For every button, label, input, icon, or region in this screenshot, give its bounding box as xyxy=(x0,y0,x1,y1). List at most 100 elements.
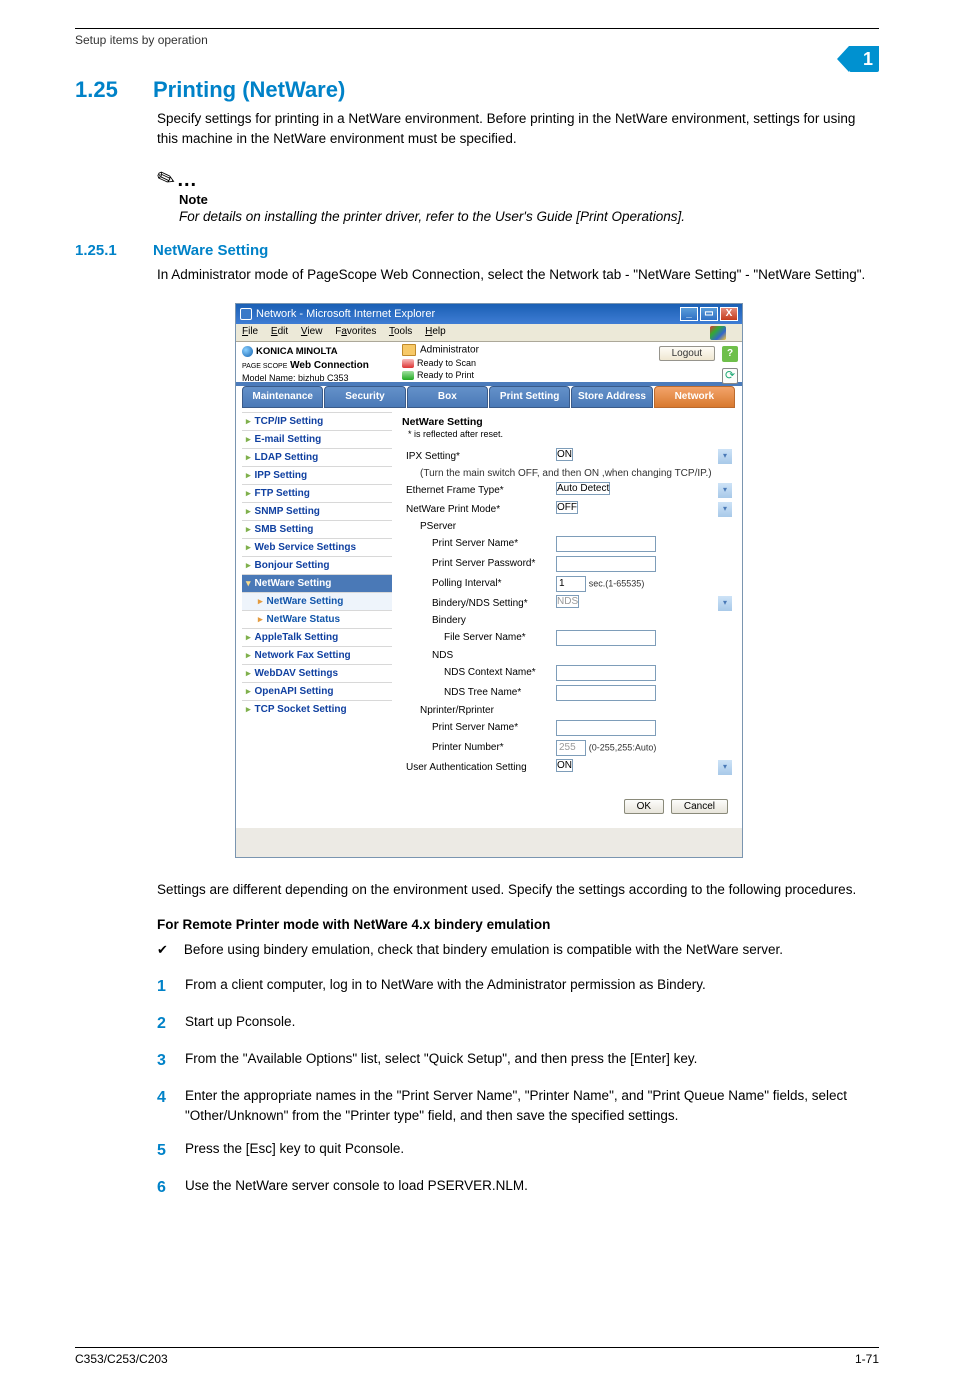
sidebar-item-webdav[interactable]: WebDAV Settings xyxy=(242,664,392,682)
input-psname[interactable] xyxy=(556,536,656,552)
sidebar-item-tcpip[interactable]: TCP/IP Setting xyxy=(242,412,392,430)
ok-button[interactable]: OK xyxy=(624,799,664,814)
tab-box[interactable]: Box xyxy=(407,386,488,408)
tab-print-setting[interactable]: Print Setting xyxy=(489,386,570,408)
sidebar: TCP/IP Setting E-mail Setting LDAP Setti… xyxy=(242,412,392,818)
check-icon: ✔ xyxy=(157,942,168,957)
panel-title: NetWare Setting xyxy=(402,416,736,428)
sidebar-item-bonjour[interactable]: Bonjour Setting xyxy=(242,556,392,574)
label-pserver: PServer xyxy=(402,519,736,534)
help-button[interactable]: ? xyxy=(722,346,738,362)
label-poll: Polling Interval* xyxy=(402,574,552,594)
menu-favorites[interactable]: Favorites xyxy=(335,326,376,337)
label-psname: Print Server Name* xyxy=(402,534,552,554)
header-breadcrumb: Setup items by operation xyxy=(75,33,954,47)
sidebar-item-netware[interactable]: NetWare Setting xyxy=(242,574,392,592)
select-bnds[interactable]: NDS▾ xyxy=(556,595,579,608)
sidebar-item-ldap[interactable]: LDAP Setting xyxy=(242,448,392,466)
ie-icon xyxy=(240,308,252,320)
note-block: ✎... Note For details on installing the … xyxy=(157,166,879,224)
step-3: 3From the "Available Options" list, sele… xyxy=(157,1049,879,1072)
input-ndsctx[interactable] xyxy=(556,665,656,681)
sidebar-item-tcpsocket[interactable]: TCP Socket Setting xyxy=(242,700,392,718)
footer-rule xyxy=(75,1347,879,1348)
sidebar-item-email[interactable]: E-mail Setting xyxy=(242,430,392,448)
mode-label: Administrator xyxy=(420,344,479,355)
refresh-button[interactable] xyxy=(722,368,738,384)
tab-network[interactable]: Network xyxy=(654,386,735,408)
brand-name: KONICA MINOLTA xyxy=(256,346,338,357)
label-prnum: Printer Number* xyxy=(402,738,552,758)
subsection-title: NetWare Setting xyxy=(153,242,268,259)
chevron-down-icon: ▾ xyxy=(718,596,732,611)
menu-help[interactable]: Help xyxy=(425,326,446,337)
sidebar-item-netfax[interactable]: Network Fax Setting xyxy=(242,646,392,664)
window-title: Network - Microsoft Internet Explorer xyxy=(256,308,435,320)
input-fsname[interactable] xyxy=(556,630,656,646)
select-frame[interactable]: Auto Detect▾ xyxy=(556,482,610,495)
select-mode[interactable]: OFF▾ xyxy=(556,501,578,514)
sidebar-item-smb[interactable]: SMB Setting xyxy=(242,520,392,538)
section-intro-para: Specify settings for printing in a NetWa… xyxy=(157,109,879,148)
label-nds: NDS xyxy=(402,648,736,663)
sidebar-item-netware-setting[interactable]: NetWare Setting xyxy=(242,592,392,610)
menu-edit[interactable]: Edit xyxy=(271,326,288,337)
close-button[interactable]: X xyxy=(720,307,738,321)
tab-store-address[interactable]: Store Address xyxy=(571,386,652,408)
input-ndstree[interactable] xyxy=(556,685,656,701)
ie-flag-icon xyxy=(710,326,726,340)
pagescope-name: Web Connection xyxy=(290,360,369,371)
menu-view[interactable]: View xyxy=(301,326,323,337)
menu-file[interactable]: File xyxy=(242,326,258,337)
chevron-down-icon: ▾ xyxy=(718,760,732,775)
chevron-down-icon: ▾ xyxy=(718,449,732,464)
label-pspass: Print Server Password* xyxy=(402,554,552,574)
label-ipx: IPX Setting* xyxy=(402,447,552,466)
brand-column: KONICA MINOLTA PAGE SCOPE Web Connection… xyxy=(236,342,394,382)
select-ipx[interactable]: ON▾ xyxy=(556,448,573,461)
window-titlebar: Network - Microsoft Internet Explorer _ … xyxy=(236,304,742,324)
section-number: 1.25 xyxy=(75,77,153,103)
prnum-hint: (0-255,255:Auto) xyxy=(589,742,657,752)
sidebar-item-ipp[interactable]: IPP Setting xyxy=(242,466,392,484)
minimize-button[interactable]: _ xyxy=(680,307,698,321)
menu-bar: File Edit View Favorites Tools Help xyxy=(236,324,742,342)
maximize-button[interactable]: ▭ xyxy=(700,307,718,321)
subsection-heading: 1.25.1NetWare Setting xyxy=(75,242,879,259)
scan-led-icon xyxy=(402,359,414,368)
cancel-button[interactable]: Cancel xyxy=(671,799,728,814)
label-psname2: Print Server Name* xyxy=(402,718,552,738)
pagescope-prefix: PAGE SCOPE xyxy=(242,363,287,370)
print-led-icon xyxy=(402,371,414,380)
label-ndsctx: NDS Context Name* xyxy=(402,663,552,683)
input-psname2[interactable] xyxy=(556,720,656,736)
input-pspass[interactable] xyxy=(556,556,656,572)
step-4: 4Enter the appropriate names in the "Pri… xyxy=(157,1086,879,1125)
note-hand-icon: ✎ xyxy=(153,164,179,195)
step-5: 5Press the [Esc] key to quit Pconsole. xyxy=(157,1139,879,1162)
tab-security[interactable]: Security xyxy=(324,386,405,408)
sidebar-item-snmp[interactable]: SNMP Setting xyxy=(242,502,392,520)
tab-maintenance[interactable]: Maintenance xyxy=(242,386,323,408)
input-poll[interactable] xyxy=(556,576,586,592)
sidebar-item-appletalk[interactable]: AppleTalk Setting xyxy=(242,628,392,646)
chapter-badge: 1 xyxy=(849,46,879,72)
sidebar-item-ftp[interactable]: FTP Setting xyxy=(242,484,392,502)
menu-tools[interactable]: Tools xyxy=(389,326,412,337)
step-1: 1From a client computer, log in to NetWa… xyxy=(157,975,879,998)
sidebar-item-openapi[interactable]: OpenAPI Setting xyxy=(242,682,392,700)
sidebar-item-webservice[interactable]: Web Service Settings xyxy=(242,538,392,556)
input-prnum[interactable] xyxy=(556,740,586,756)
label-bnds: Bindery/NDS Setting* xyxy=(402,594,552,613)
step-2: 2Start up Pconsole. xyxy=(157,1012,879,1035)
footer-model: C353/C253/C203 xyxy=(75,1352,168,1366)
sidebar-item-netware-status[interactable]: NetWare Status xyxy=(242,610,392,628)
status-scan: Ready to Scan xyxy=(417,358,476,368)
chevron-down-icon: ▾ xyxy=(718,502,732,517)
window-buttons: _ ▭ X xyxy=(678,307,738,321)
administrator-icon xyxy=(402,344,416,356)
label-frame: Ethernet Frame Type* xyxy=(402,481,552,500)
logout-button[interactable]: Logout xyxy=(659,346,716,361)
label-nrp: Nprinter/Rprinter xyxy=(402,703,736,718)
select-uauth[interactable]: ON▾ xyxy=(556,759,573,772)
